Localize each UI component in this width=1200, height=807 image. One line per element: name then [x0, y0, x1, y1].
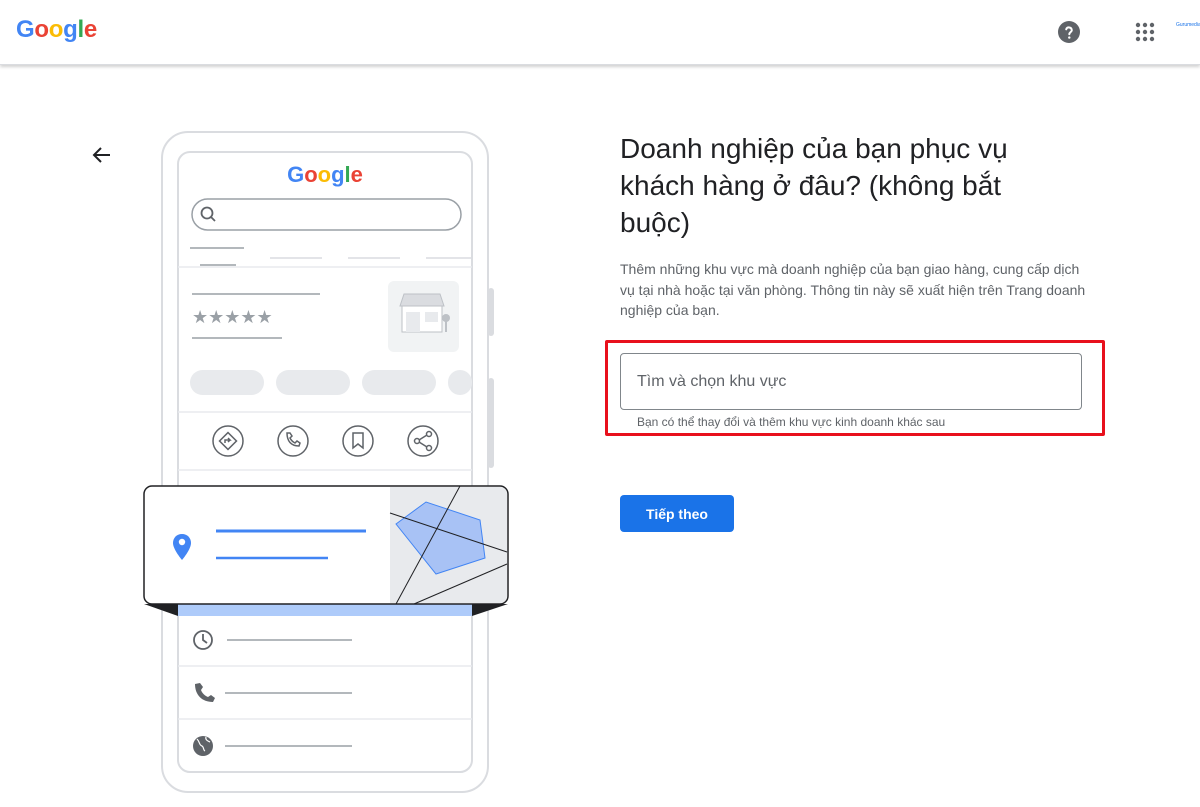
arrow-back-icon[interactable]: [90, 143, 114, 167]
logo-letter: o: [48, 16, 64, 43]
rating-stars: ★★★★★: [192, 307, 273, 328]
storefront-icon: [388, 281, 459, 352]
illustration-google-logo: Google: [287, 162, 363, 187]
account-avatar[interactable]: Gurumedia: [1176, 22, 1200, 42]
logo-letter: e: [83, 16, 97, 43]
logo-letter: G: [16, 16, 35, 43]
business-profile-illustration: Google ★★★★★: [143, 131, 509, 793]
help-circle-icon[interactable]: [1057, 20, 1081, 44]
next-button[interactable]: Tiếp theo: [620, 495, 734, 532]
apps-grid-icon[interactable]: [1133, 20, 1157, 44]
top-app-bar: Google Gurumedia: [0, 0, 1200, 65]
search-helper-text: Bạn có thể thay đổi và thêm khu vực kinh…: [637, 415, 946, 429]
service-area-search-input[interactable]: [620, 353, 1082, 410]
globe-icon: [193, 736, 213, 756]
logo-letter: o: [34, 16, 49, 43]
page-description: Thêm những khu vực mà doanh nghiệp của b…: [620, 261, 1086, 318]
logo-letter: g: [63, 16, 78, 43]
page-title: Doanh nghiệp của bạn phục vụ khách hàng …: [620, 133, 1008, 238]
google-logo[interactable]: Google: [16, 16, 97, 44]
